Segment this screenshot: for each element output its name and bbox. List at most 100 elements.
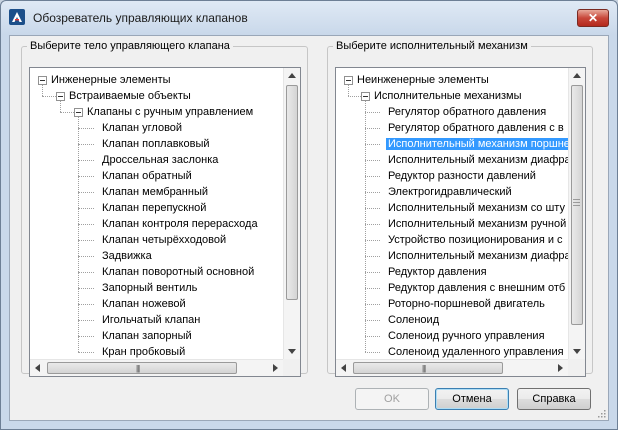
- tree-branch-line: [365, 160, 380, 161]
- tree-item[interactable]: Соленоид: [386, 312, 441, 328]
- tree-branch-line: [365, 352, 380, 353]
- tree-item[interactable]: Клапан четырёхходовой: [100, 232, 228, 248]
- tree-item[interactable]: Задвижка: [100, 248, 154, 264]
- scroll-left-icon[interactable]: [35, 364, 40, 372]
- tree-item[interactable]: Роторно-поршневой двигатель: [386, 296, 547, 312]
- tree-branch-line: [78, 144, 94, 145]
- tree-branch-line: [365, 288, 380, 289]
- tree-item[interactable]: Соленоид ручного управления: [386, 328, 547, 344]
- left-hscroll-thumb[interactable]: |||: [47, 362, 237, 374]
- scroll-right-icon[interactable]: [273, 364, 278, 372]
- tree-item-label: Клапан обратный: [102, 170, 192, 182]
- tree-item-label: Клапан ножевой: [102, 298, 186, 310]
- tree-item[interactable]: Клапаны с ручным управлением: [85, 104, 255, 120]
- tree-item[interactable]: Инженерные элементы: [49, 72, 173, 88]
- tree-item[interactable]: Клапан угловой: [100, 120, 184, 136]
- tree-branch-line: [365, 224, 380, 225]
- tree-item[interactable]: Исполнительный механизм поршне: [386, 136, 568, 152]
- scroll-corner: [568, 359, 585, 376]
- tree-item[interactable]: Кран пробковый: [100, 344, 187, 359]
- tree-item[interactable]: Соленоид удаленного управления: [386, 344, 566, 359]
- tree-branch-line: [365, 112, 380, 113]
- scroll-up-icon[interactable]: [288, 73, 296, 78]
- tree-guide-line: [42, 84, 43, 96]
- tree-guide-line: [365, 100, 366, 352]
- tree-item[interactable]: Регулятор обратного давления с в: [386, 120, 566, 136]
- tree-item[interactable]: Клапан поплавковый: [100, 136, 212, 152]
- tree-item-label: Исполнительный механизм со шту: [388, 202, 565, 214]
- tree-item[interactable]: Запорный вентиль: [100, 280, 199, 296]
- collapse-icon[interactable]: [74, 108, 83, 117]
- tree-item-label: Клапаны с ручным управлением: [87, 106, 254, 118]
- resize-grip-icon[interactable]: [596, 408, 606, 418]
- scroll-right-icon[interactable]: [558, 364, 563, 372]
- tree-item-label: Клапан запорный: [102, 330, 192, 342]
- tree-item[interactable]: Клапан запорный: [100, 328, 194, 344]
- tree-item[interactable]: Клапан ножевой: [100, 296, 188, 312]
- tree-branch-line: [365, 336, 380, 337]
- tree-item-label: Электрогидравлический: [388, 186, 512, 198]
- tree-item-label: Клапан поворотный основной: [102, 266, 255, 278]
- tree-item-label: Исполнительные механизмы: [374, 90, 522, 102]
- tree-item[interactable]: Исполнительный механизм со шту: [386, 200, 567, 216]
- tree-item[interactable]: Редуктор давления: [386, 264, 489, 280]
- collapse-icon[interactable]: [344, 76, 353, 85]
- tree-branch-line: [365, 176, 380, 177]
- tree-item-label: Кран пробковый: [102, 346, 186, 358]
- right-hscroll-thumb[interactable]: |||: [353, 362, 503, 374]
- tree-branch-line: [78, 336, 94, 337]
- tree-branch-line: [78, 128, 94, 129]
- tree-item-label: Исполнительный механизм диафра: [388, 250, 568, 262]
- scroll-down-icon[interactable]: [573, 349, 581, 354]
- left-vertical-scrollbar[interactable]: [283, 68, 300, 359]
- title-bar[interactable]: Обозреватель управляющих клапанов ✕: [1, 1, 617, 35]
- scroll-up-icon[interactable]: [573, 73, 581, 78]
- tree-branch-line: [78, 160, 94, 161]
- right-horizontal-scrollbar[interactable]: |||: [336, 359, 568, 376]
- tree-branch-line: [78, 288, 94, 289]
- dialog-window: Обозреватель управляющих клапанов ✕ Выбе…: [0, 0, 618, 430]
- scroll-down-icon[interactable]: [288, 349, 296, 354]
- tree-branch-line: [365, 144, 380, 145]
- left-scroll-thumb[interactable]: [286, 85, 298, 300]
- tree-item[interactable]: Исполнительный механизм диафра: [386, 152, 568, 168]
- collapse-icon[interactable]: [38, 76, 47, 85]
- tree-item-label: Неинженерные элементы: [357, 74, 489, 86]
- collapse-icon[interactable]: [361, 92, 370, 101]
- tree-guide-line: [78, 116, 79, 352]
- tree-item[interactable]: Встраиваемые объекты: [67, 88, 193, 104]
- valve-body-tree[interactable]: Инженерные элементы Встраиваемые объекты К…: [29, 67, 301, 377]
- tree-item[interactable]: Редуктор давления с внешним отб: [386, 280, 567, 296]
- tree-item[interactable]: Клапан перепускной: [100, 200, 208, 216]
- tree-item[interactable]: Исполнительный механизм диафра: [386, 248, 568, 264]
- tree-item[interactable]: Дроссельная заслонка: [100, 152, 220, 168]
- tree-item[interactable]: Клапан обратный: [100, 168, 194, 184]
- cancel-button[interactable]: Отмена: [435, 388, 509, 410]
- tree-item[interactable]: Редуктор разности давлений: [386, 168, 538, 184]
- scroll-left-icon[interactable]: [341, 364, 346, 372]
- tree-item[interactable]: Электрогидравлический: [386, 184, 514, 200]
- actuator-tree[interactable]: Неинженерные элементы Исполнительные меха…: [335, 67, 586, 377]
- right-vertical-scrollbar[interactable]: — — —: [568, 68, 585, 359]
- ok-button[interactable]: OK: [355, 388, 429, 410]
- tree-item[interactable]: Клапан мембранный: [100, 184, 210, 200]
- tree-item[interactable]: Клапан контроля перерасхода: [100, 216, 260, 232]
- tree-item[interactable]: Клапан поворотный основной: [100, 264, 256, 280]
- tree-item[interactable]: Игольчатый клапан: [100, 312, 202, 328]
- close-button[interactable]: ✕: [577, 9, 609, 27]
- left-horizontal-scrollbar[interactable]: |||: [30, 359, 283, 376]
- tree-item[interactable]: Устройство позиционирования и с: [386, 232, 565, 248]
- tree-item[interactable]: Исполнительный механизм ручной: [386, 216, 568, 232]
- tree-branch-line: [78, 320, 94, 321]
- tree-item[interactable]: Регулятор обратного давления: [386, 104, 548, 120]
- tree-item-label: Регулятор обратного давления с в: [388, 122, 564, 134]
- tree-branch-line: [78, 224, 94, 225]
- tree-item[interactable]: Исполнительные механизмы: [372, 88, 524, 104]
- tree-item-label: Задвижка: [102, 250, 152, 262]
- collapse-icon[interactable]: [56, 92, 65, 101]
- tree-branch-line: [78, 272, 94, 273]
- tree-item[interactable]: Неинженерные элементы: [355, 72, 491, 88]
- tree-item-label: Соленоид ручного управления: [388, 330, 545, 342]
- right-scroll-thumb[interactable]: — — —: [571, 85, 583, 325]
- help-button[interactable]: Справка: [517, 388, 591, 410]
